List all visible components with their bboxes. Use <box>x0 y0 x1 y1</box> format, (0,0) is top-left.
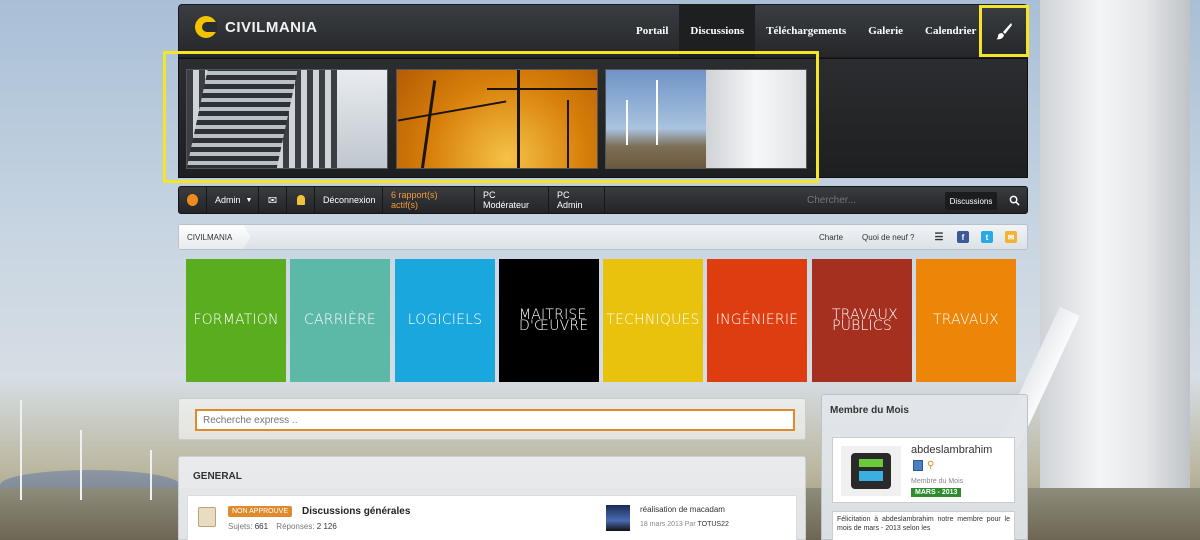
member-of-month-panel: Membre du Mois abdeslambrahim ⚲ Membre d… <box>821 394 1028 540</box>
logout-link[interactable]: Déconnexion <box>315 187 383 213</box>
main-nav: Portail Discussions Téléchargements Gale… <box>625 5 987 57</box>
forum-read-icon <box>198 507 216 527</box>
member-congrats-text: Félicitation à abdeslambrahim notre memb… <box>832 511 1015 540</box>
twitter-icon[interactable]: t <box>981 231 993 243</box>
member-role: Membre du Mois <box>911 478 964 485</box>
tile-techniques[interactable]: TECHNIQUES <box>603 259 703 382</box>
search-button[interactable] <box>1005 191 1023 209</box>
tile-maitrise-oeuvre[interactable]: MAITRISE D'ŒUVRE <box>499 259 599 382</box>
member-card: abdeslambrahim ⚲ Membre du Mois MARS - 2… <box>832 437 1015 503</box>
logo-icon <box>195 16 217 38</box>
search-scope-button[interactable]: Discussions <box>945 192 997 210</box>
turbine-tower-background <box>1040 0 1190 540</box>
user-bar: Admin ▼ ✉ Déconnexion 6 rapport(s) actif… <box>178 186 1028 214</box>
email-icon[interactable]: ✉ <box>1005 231 1017 243</box>
caret-down-icon: ▼ <box>245 196 253 204</box>
forum-stats: Sujets: 661 Réponses: 2 126 <box>228 522 337 531</box>
tile-label: LOGICIELS <box>407 312 483 328</box>
bell-icon <box>296 195 305 205</box>
tile-label: CARRIÈRE <box>304 312 376 328</box>
subjects-count: 661 <box>254 522 269 531</box>
tile-travaux[interactable]: TRAVAUX <box>916 259 1016 382</box>
by-label: Par <box>684 521 696 528</box>
replies-label: Réponses: <box>276 522 315 531</box>
tile-label: MAITRISE D'ŒUVRE <box>519 306 589 334</box>
tile-label: TECHNIQUES <box>606 312 700 328</box>
forum-status-badge: NON APPROUVE <box>228 506 293 517</box>
search-input[interactable] <box>799 189 939 211</box>
alerts-button[interactable] <box>287 187 315 213</box>
tile-ingenierie[interactable]: INGÉNIERIE <box>707 259 807 382</box>
mini-turbine-background <box>80 430 82 500</box>
site-logo[interactable]: CIVILMANIA <box>195 16 318 38</box>
last-post-title-link[interactable]: réalisation de macadam <box>640 505 725 514</box>
forum-row[interactable]: NON APPROUVE Discussions générales Sujet… <box>187 495 797 540</box>
mini-turbine-background <box>150 450 152 500</box>
admin-panel-link[interactable]: PC Admin <box>549 187 605 213</box>
subjects-label: Sujets: <box>228 522 253 531</box>
member-username-link[interactable]: abdeslambrahim <box>911 444 992 456</box>
express-search-input[interactable] <box>195 409 795 431</box>
charte-link[interactable]: Charte <box>819 225 843 249</box>
tile-label: TRAVAUX <box>933 312 999 328</box>
brush-icon <box>996 23 1012 40</box>
tile-travaux-publics[interactable]: TRAVAUX PUBLICS <box>812 259 912 382</box>
home-logo-button[interactable] <box>179 187 207 213</box>
member-of-month-title: Membre du Mois <box>830 405 909 416</box>
tile-formation[interactable]: FORMATION <box>186 259 286 382</box>
admin-label: Admin <box>215 195 241 205</box>
last-post-author-link[interactable]: TOTUS22 <box>698 521 729 528</box>
site-logo-icon <box>187 194 198 206</box>
tile-logiciels[interactable]: LOGICIELS <box>395 259 495 382</box>
list-icon[interactable]: ☰ <box>933 231 945 243</box>
moderator-panel-link[interactable]: PC Modérateur <box>475 187 549 213</box>
reports-link[interactable]: 6 rapport(s) actif(s) <box>383 187 475 213</box>
whats-new-link[interactable]: Quoi de neuf ? <box>862 225 914 249</box>
replies-count: 2 126 <box>316 522 337 531</box>
forum-title-link[interactable]: Discussions générales <box>302 506 410 517</box>
nav-calendrier[interactable]: Calendrier <box>914 5 987 57</box>
banner-highlight-frame <box>163 51 819 183</box>
admin-menu[interactable]: Admin ▼ <box>207 187 259 213</box>
profile-icon[interactable] <box>913 460 923 471</box>
breadcrumb-root[interactable]: CIVILMANIA <box>179 225 251 249</box>
tile-label: TRAVAUX PUBLICS <box>832 306 898 334</box>
member-actions: ⚲ <box>913 460 934 471</box>
forum-category: GENERAL NON APPROUVE Discussions général… <box>178 456 806 540</box>
nav-telechargements[interactable]: Téléchargements <box>755 5 857 57</box>
avatar[interactable] <box>841 446 901 496</box>
breadcrumb-bar: CIVILMANIA Charte Quoi de neuf ? ☰ f t ✉ <box>178 224 1028 250</box>
envelope-icon: ✉ <box>267 194 278 207</box>
search-icon <box>1009 195 1020 206</box>
tile-carriere[interactable]: CARRIÈRE <box>290 259 390 382</box>
tile-label: INGÉNIERIE <box>715 312 799 328</box>
express-search-panel <box>178 398 806 440</box>
nav-discussions[interactable]: Discussions <box>679 5 756 57</box>
member-date-badge: MARS - 2013 <box>911 488 962 497</box>
last-post-meta: 18 mars 2013 Par TOTUS22 <box>640 521 729 528</box>
nav-galerie[interactable]: Galerie <box>857 5 914 57</box>
top-navigation-bar: CIVILMANIA Portail Discussions Télécharg… <box>178 4 1029 58</box>
magnifier-icon[interactable]: ⚲ <box>927 460 934 471</box>
site-name: CIVILMANIA <box>225 18 318 36</box>
style-chooser-button[interactable] <box>979 5 1029 57</box>
last-post-date: 18 mars 2013 <box>640 521 683 528</box>
messages-button[interactable]: ✉ <box>259 187 287 213</box>
facebook-icon[interactable]: f <box>957 231 969 243</box>
tile-label: FORMATION <box>193 312 279 328</box>
mini-turbine-background <box>20 400 22 500</box>
forum-category-title[interactable]: GENERAL <box>193 471 242 482</box>
last-post-avatar[interactable] <box>606 505 630 531</box>
nav-portail[interactable]: Portail <box>625 5 679 57</box>
